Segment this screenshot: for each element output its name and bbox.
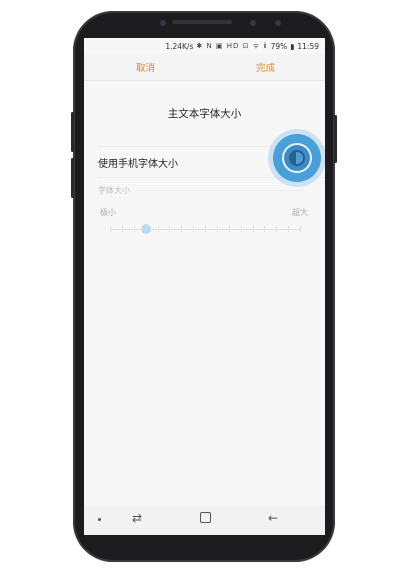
toggle-knob (289, 150, 305, 166)
slider-tick (193, 226, 195, 232)
battery-icon: ▮ (290, 41, 295, 51)
slider-tick (240, 226, 242, 232)
home-icon[interactable] (200, 512, 211, 523)
slider-tick (264, 226, 266, 232)
slider-tick (276, 226, 278, 232)
front-camera-icon (250, 20, 256, 26)
sensor-icon (160, 20, 166, 26)
slider-tick (110, 226, 111, 232)
volume-down-button (71, 158, 74, 198)
done-button[interactable]: 完成 (256, 60, 275, 74)
battery-level: 79% (270, 41, 288, 51)
slider-tick (181, 226, 183, 232)
font-size-section-label: 字体大小 (98, 186, 130, 195)
slider-tick (169, 226, 171, 232)
nav-indicator-dot (98, 518, 101, 521)
slider-tick (133, 226, 135, 232)
section-divider (136, 190, 304, 191)
network-speed: 1.24K/s (165, 41, 194, 51)
iris-sensor-icon (275, 20, 281, 26)
slider-min-label: 极小 (100, 208, 116, 217)
slider-tick (300, 226, 301, 232)
volume-up-button (71, 112, 74, 152)
back-icon[interactable]: ← (268, 511, 278, 525)
status-bar: 1.24K/s ✱ N ▣ HD ⊡ ᯤ ⅱ 79% ▮ 11:59 (84, 38, 325, 54)
header-bar: 取消 完成 (84, 54, 325, 81)
slider-tick (121, 226, 123, 232)
slider-tick (205, 226, 206, 232)
slider-tick (216, 226, 218, 232)
power-button (334, 115, 337, 163)
slider-tick (228, 226, 230, 232)
recent-apps-icon[interactable]: ⇄ (132, 511, 142, 525)
font-size-slider-thumb[interactable] (140, 224, 151, 234)
use-system-font-label: 使用手机字体大小 (98, 159, 178, 170)
page-title: 主文本字体大小 (167, 108, 242, 120)
navigation-bar: ⇄ ← (84, 505, 325, 535)
status-icons: ✱ N ▣ HD ⊡ ᯤ ⅱ (196, 41, 268, 50)
slider-tick (288, 226, 290, 232)
clock: 11:59 (297, 41, 319, 51)
slider-tick (252, 226, 254, 232)
earpiece-speaker (172, 20, 232, 24)
slider-tick (157, 226, 159, 232)
cancel-button[interactable]: 取消 (136, 60, 155, 74)
slider-max-label: 超大 (292, 208, 308, 217)
screen: 1.24K/s ✱ N ▣ HD ⊡ ᯤ ⅱ 79% ▮ 11:59 取消 完成… (84, 38, 325, 535)
